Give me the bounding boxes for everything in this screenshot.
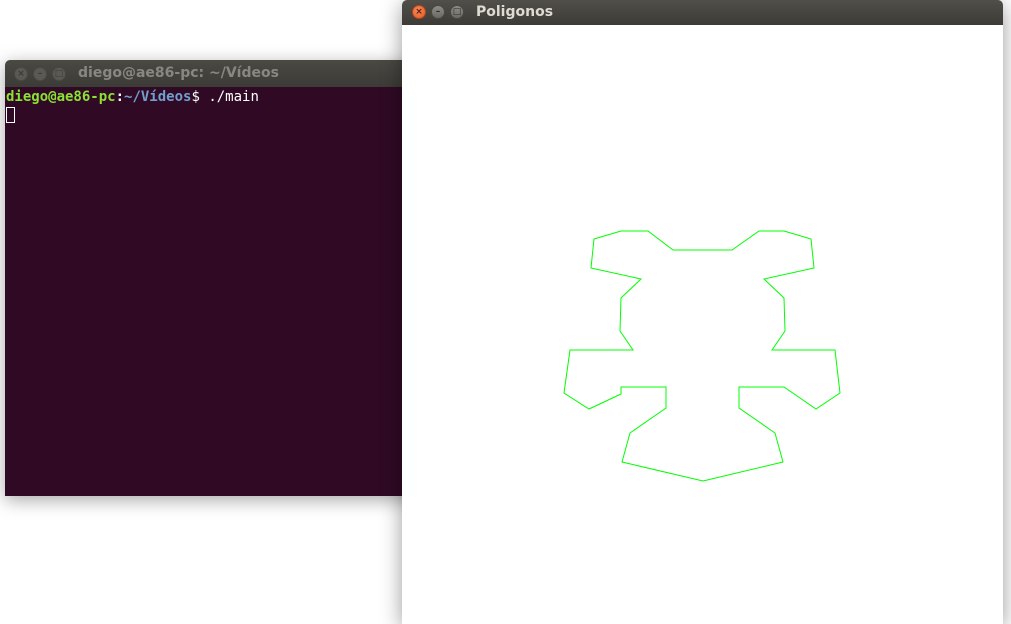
polygon-drawing [563,230,841,482]
poligonos-minimize-button[interactable]: – [431,5,445,19]
close-icon: × [17,68,25,79]
prompt-colon: : [115,89,125,105]
terminal-body[interactable]: diego@ae86-pc:~/Vídeos$ ./main [5,87,425,496]
poligonos-close-button[interactable]: × [412,5,426,19]
terminal-command-line: diego@ae86-pc:~/Vídeos$ ./main [6,89,424,106]
terminal-close-button[interactable]: × [14,67,28,81]
prompt-path: ~/Vídeos [124,89,192,105]
terminal-title: diego@ae86-pc: ~/Vídeos [78,65,279,81]
poligonos-window[interactable]: × – □ Poligonos [402,0,1003,624]
poligonos-maximize-button[interactable]: □ [450,5,464,19]
prompt-user: diego@ae86-pc [6,89,116,105]
prompt-symbol: $ [191,89,200,105]
terminal-command: ./main [199,89,259,105]
poligonos-titlebar[interactable]: × – □ Poligonos [402,0,1003,25]
terminal-cursor [6,107,15,123]
maximize-icon: □ [452,6,462,17]
poligonos-title: Poligonos [476,4,554,20]
maximize-icon: □ [54,68,64,79]
bear-polygon [563,230,841,482]
terminal-minimize-button[interactable]: – [33,67,47,81]
desktop: × – □ diego@ae86-pc: ~/Vídeos diego@ae86… [0,0,1011,624]
terminal-maximize-button[interactable]: □ [52,67,66,81]
minimize-icon: – [37,68,43,79]
terminal-titlebar[interactable]: × – □ diego@ae86-pc: ~/Vídeos [5,60,425,87]
poligonos-canvas[interactable] [402,25,1003,624]
terminal-window[interactable]: × – □ diego@ae86-pc: ~/Vídeos diego@ae86… [5,60,425,496]
minimize-icon: – [435,6,441,17]
close-icon: × [415,6,423,17]
